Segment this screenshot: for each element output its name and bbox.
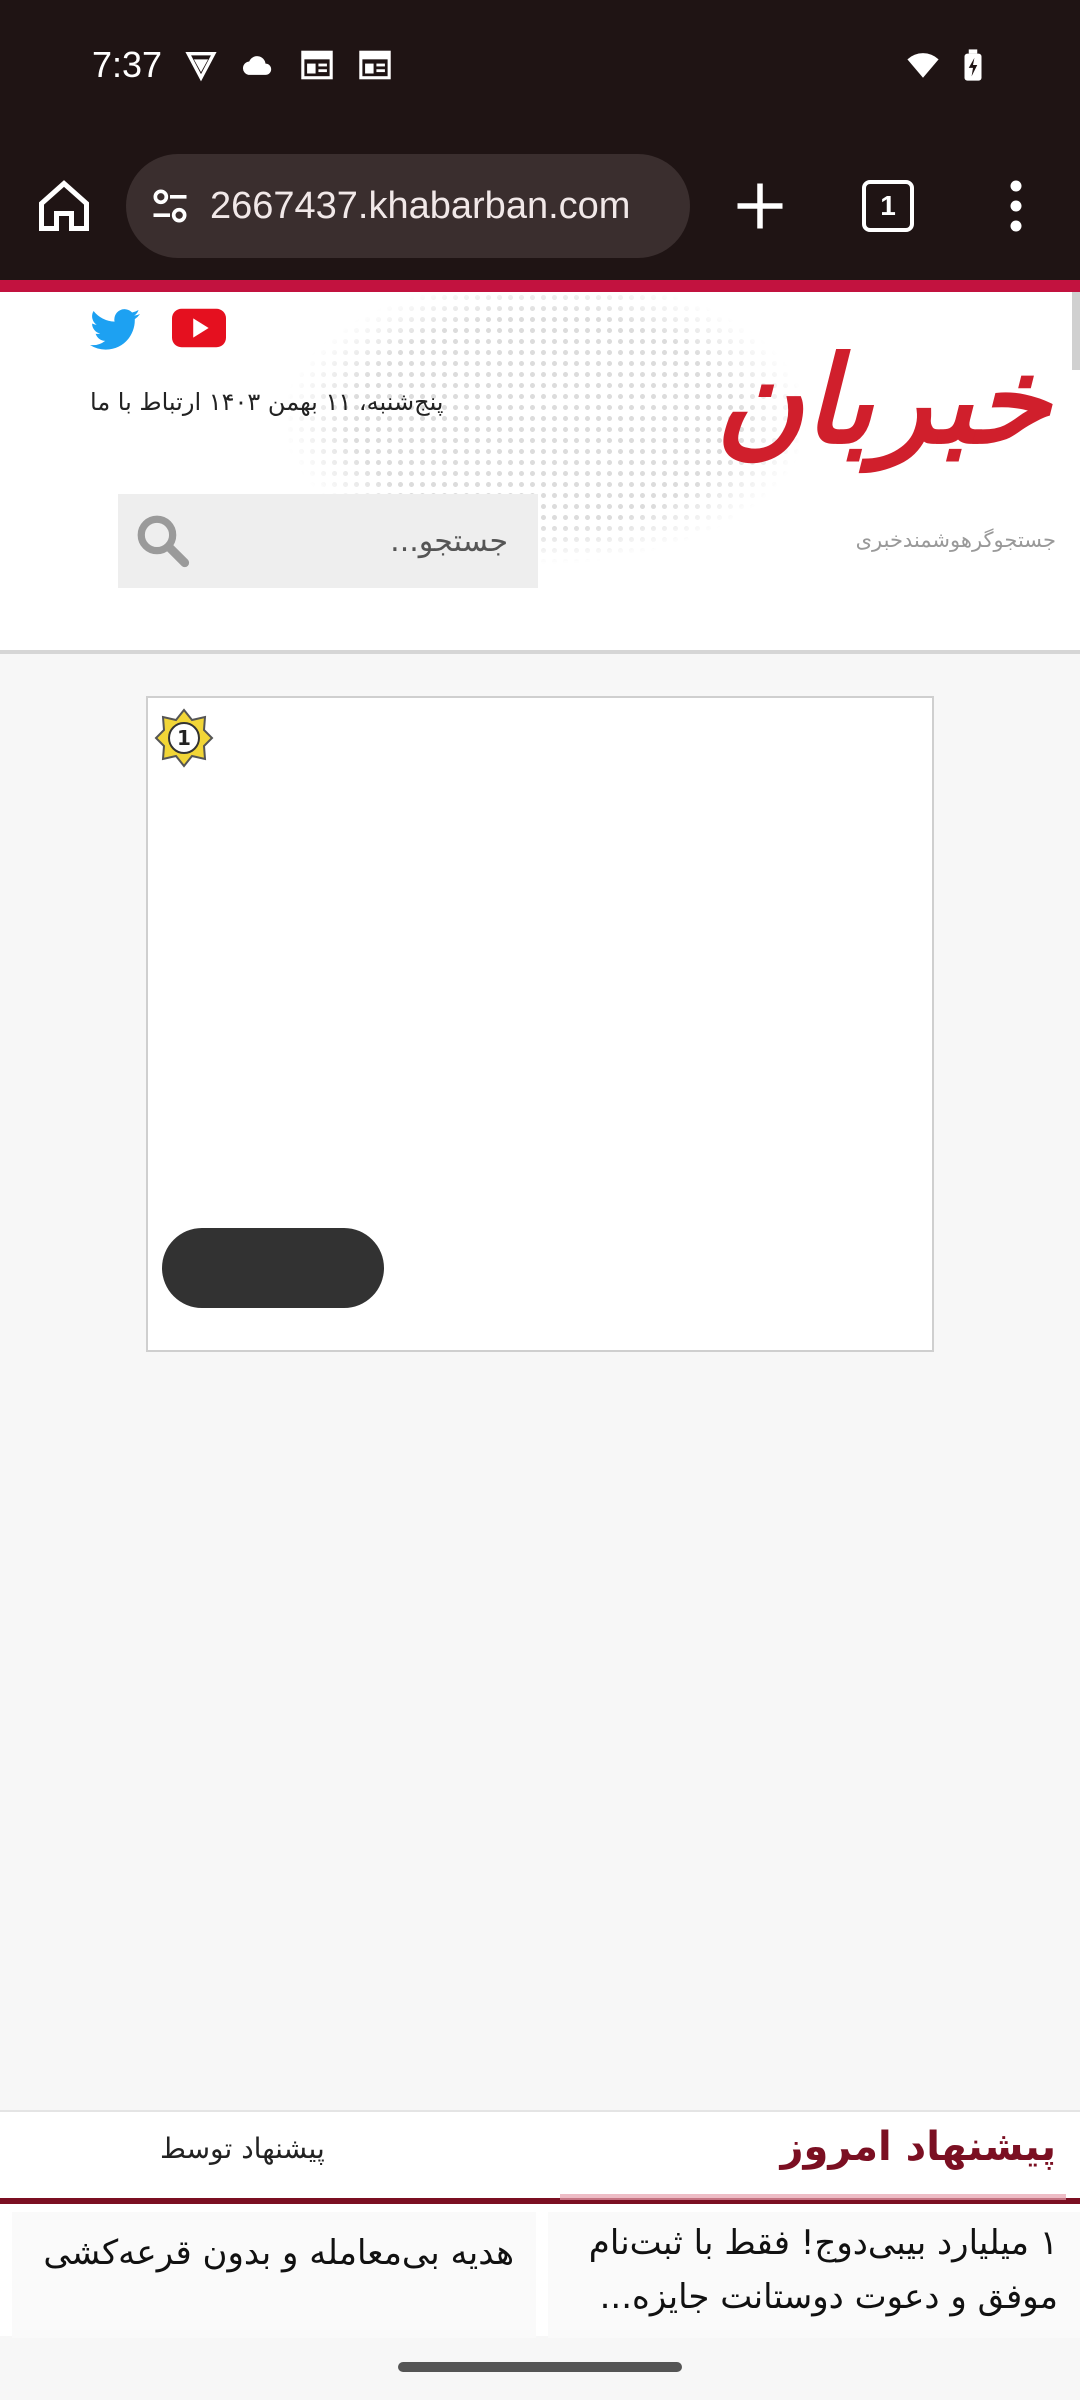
youtube-icon[interactable] <box>172 308 226 348</box>
tab-count: 1 <box>880 190 896 221</box>
site-settings-icon[interactable] <box>148 184 192 228</box>
recommendation-item[interactable]: ۱ میلیارد بیبی‌دوج! فقط با ثبت‌نام موفق … <box>548 2212 1080 2338</box>
status-bar: 7:37 <box>0 0 1080 140</box>
news-app-icon <box>359 50 391 80</box>
provided-by-label[interactable]: پیشنهاد توسط <box>160 2132 325 2165</box>
gesture-nav-bar[interactable] <box>398 2362 682 2372</box>
more-menu-icon[interactable] <box>986 176 1046 236</box>
header-divider <box>0 650 1080 654</box>
recommendation-item[interactable]: هدیه بی‌معامله و بدون قرعه‌کشی <box>12 2212 536 2338</box>
ad-badge-icon: 1 <box>154 708 214 768</box>
twitter-icon[interactable] <box>90 308 140 352</box>
ad-cta-button[interactable] <box>162 1228 384 1308</box>
vpn-shield-icon <box>185 51 217 82</box>
khabarban-logo[interactable]: خبربان <box>720 332 1060 502</box>
scrollbar[interactable] <box>1072 292 1080 370</box>
search-input[interactable] <box>192 501 522 581</box>
new-tab-icon[interactable] <box>730 176 790 236</box>
battery-charging-icon <box>964 49 982 81</box>
search-icon[interactable] <box>134 512 192 570</box>
search-box <box>118 494 538 588</box>
browser-toolbar: 2667437.khabarban.com 1 <box>0 140 1080 280</box>
wifi-icon <box>907 53 939 78</box>
svg-text:1: 1 <box>177 726 191 750</box>
news-app-icon <box>301 50 333 80</box>
cloud-icon <box>242 56 272 75</box>
date-and-contact[interactable]: پنج‌شنبه، ۱۱ بهمن ۱۴۰۳ ارتباط با ما <box>90 388 443 416</box>
recommendations-title: پیشنهاد امروز <box>780 2124 1056 2170</box>
home-icon[interactable] <box>34 176 94 236</box>
site-top-accent <box>0 280 1080 292</box>
site-header: پنج‌شنبه، ۱۱ بهمن ۱۴۰۳ ارتباط با ما خبرب… <box>0 292 1080 652</box>
recommendations-widget: پیشنهاد امروز پیشنهاد توسط ۱ میلیارد بیب… <box>0 2110 1080 2338</box>
status-time: 7:37 <box>92 44 163 85</box>
recommendations-rule-highlight <box>560 2194 1066 2200</box>
ad-container[interactable]: 1 <box>146 696 934 1352</box>
address-bar[interactable]: 2667437.khabarban.com <box>126 154 690 258</box>
site-tagline: جستجوگرهوشمندخبری <box>855 528 1056 552</box>
svg-text:خبربان: خبربان <box>720 332 1053 474</box>
url-text: 2667437.khabarban.com <box>210 184 631 227</box>
tab-switcher-icon[interactable]: 1 <box>862 180 914 232</box>
